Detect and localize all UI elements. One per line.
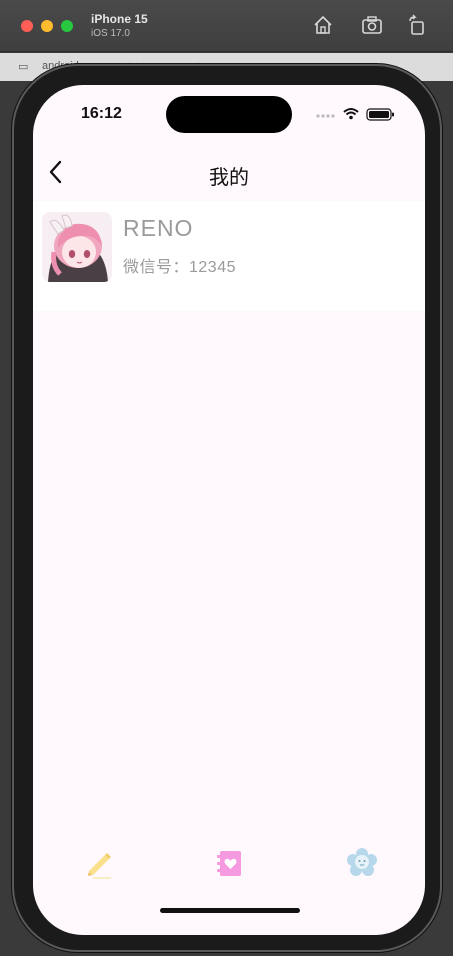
status-icons bbox=[316, 108, 394, 121]
device-name: iPhone 15 bbox=[91, 12, 148, 26]
rotate-icon[interactable] bbox=[406, 14, 428, 36]
tab-bar bbox=[33, 835, 425, 895]
wechat-id: 微信号：12345 bbox=[123, 259, 236, 276]
pencil-icon[interactable] bbox=[79, 843, 119, 883]
battery-icon bbox=[366, 108, 394, 121]
heart-book-icon[interactable] bbox=[209, 843, 249, 883]
profile-card[interactable]: RENO 微信号：12345 bbox=[33, 201, 425, 311]
flower-icon[interactable] bbox=[342, 843, 382, 883]
os-version: iOS 17.0 bbox=[91, 28, 130, 39]
simulator-titlebar: iPhone 15 iOS 17.0 bbox=[0, 0, 453, 52]
home-icon[interactable] bbox=[312, 14, 334, 36]
screenshot-icon[interactable] bbox=[361, 14, 383, 36]
home-indicator[interactable] bbox=[160, 908, 300, 913]
minimize-window-button[interactable] bbox=[41, 20, 53, 32]
navigation-bar: 我的 bbox=[33, 149, 425, 197]
zoom-window-button[interactable] bbox=[61, 20, 73, 32]
phone-screen: 16:12 我的 RENO 微信号：12345 bbox=[33, 85, 425, 935]
dynamic-island bbox=[166, 96, 292, 133]
close-window-button[interactable] bbox=[21, 20, 33, 32]
profile-name: RENO bbox=[123, 215, 194, 241]
wifi-icon bbox=[343, 108, 359, 120]
page-title: 我的 bbox=[209, 167, 249, 189]
avatar[interactable] bbox=[42, 212, 112, 282]
folder-icon: ▭ bbox=[18, 61, 29, 73]
status-time: 16:12 bbox=[81, 105, 122, 122]
signal-icon bbox=[316, 114, 335, 118]
iphone-frame: 16:12 我的 RENO 微信号：12345 bbox=[12, 64, 442, 952]
